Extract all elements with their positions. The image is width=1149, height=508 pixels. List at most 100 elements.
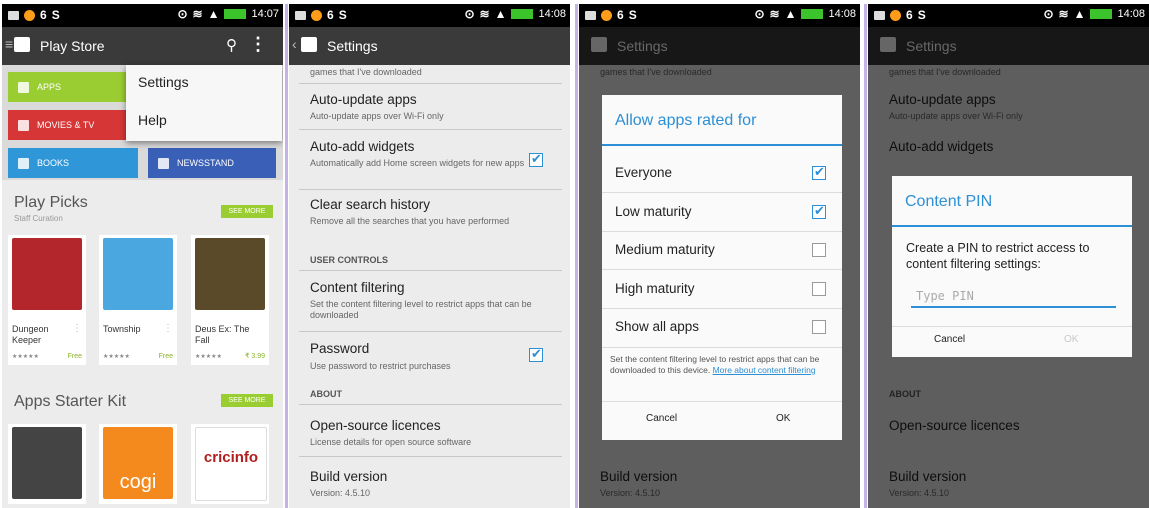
cancel-button[interactable]: Cancel (646, 413, 677, 424)
app-card-name: Township (103, 324, 141, 334)
dialog-title: Allow apps rated for (615, 112, 757, 129)
play-picks-see-more-button[interactable]: SEE MORE (221, 205, 273, 218)
back-icon[interactable]: ‹ (292, 36, 297, 52)
pin-input[interactable] (911, 286, 1116, 308)
setting-password[interactable]: Password (310, 341, 369, 356)
setting-content-filtering[interactable]: Content filtering (310, 280, 405, 295)
app-card-name: Dungeon Keeper (12, 324, 49, 345)
setting-auto-update[interactable]: Auto-update apps (310, 92, 417, 107)
divider (602, 308, 842, 309)
card-menu-icon[interactable]: ⋮ (163, 323, 173, 334)
option-label[interactable]: Everyone (615, 165, 672, 180)
option-checkbox-show-all[interactable] (812, 320, 826, 334)
dialog-title-divider (892, 225, 1132, 227)
app-icon: S (917, 8, 926, 22)
divider (602, 401, 842, 402)
wifi-icon: ≋ (1058, 7, 1069, 21)
alarm-icon: ⊙ (177, 7, 188, 21)
message-icon (8, 10, 19, 20)
cancel-button[interactable]: Cancel (934, 334, 965, 345)
apps-icon (18, 81, 29, 93)
option-label[interactable]: Medium maturity (615, 242, 715, 257)
app-card[interactable]: Township ⋮ ★★★★★ Free (99, 235, 177, 365)
app-card-rating: ★★★★★ (103, 354, 130, 360)
panel-divider (285, 4, 288, 508)
search-icon[interactable]: ⚲ (226, 36, 237, 54)
option-checkbox-high[interactable] (812, 282, 826, 296)
divider (299, 331, 562, 332)
setting-subtitle: Auto-update apps over Wi-Fi only (310, 111, 444, 121)
app-card[interactable]: Deus Ex: The Fall ★★★★★ ₹ 3.99 (191, 235, 269, 365)
status-bar: 6S ⊙ ≋ ▲ 14:07 (2, 4, 283, 27)
auto-add-widgets-checkbox[interactable] (529, 151, 543, 167)
tile-books[interactable]: BOOKS (8, 148, 138, 178)
app-card[interactable]: cricinfo (191, 424, 269, 504)
ok-button[interactable]: OK (776, 413, 790, 424)
panel-divider (575, 4, 578, 508)
setting-clear-search-history[interactable]: Clear search history (310, 197, 430, 212)
divider (299, 189, 562, 190)
notification-icon (890, 9, 901, 21)
setting-open-source-licences[interactable]: Open-source licences (310, 418, 441, 433)
divider (892, 326, 1132, 327)
app-card-price: ₹ 3.99 (244, 353, 265, 360)
tile-label: APPS (37, 82, 62, 92)
setting-auto-add-widgets[interactable]: Auto-add widgets (310, 139, 414, 154)
alarm-icon: ⊙ (464, 7, 475, 21)
starter-kit-see-more-button[interactable]: SEE MORE (221, 394, 273, 407)
app-card[interactable] (8, 424, 86, 504)
tile-movies[interactable]: MOVIES & TV (8, 110, 128, 140)
divider (299, 456, 562, 457)
setting-subtitle: Version: 4.5.10 (310, 488, 371, 498)
option-checkbox-low[interactable] (812, 203, 826, 219)
menu-item-settings[interactable]: Settings (138, 74, 189, 90)
ok-button[interactable]: OK (1064, 334, 1078, 345)
setting-subtitle: Use password to restrict purchases (310, 361, 451, 371)
password-checkbox[interactable] (529, 346, 543, 362)
more-about-content-filtering-link[interactable]: More about content filtering (713, 365, 816, 375)
setting-subtitle: Set the content filtering level to restr… (310, 299, 532, 320)
app-title: Play Store (40, 38, 105, 54)
dungeon-keeper-icon (12, 238, 82, 310)
app-card[interactable]: Dungeon Keeper ⋮ ★★★★★ Free (8, 235, 86, 365)
app-card-price: Free (158, 353, 173, 360)
option-label[interactable]: High maturity (615, 281, 695, 296)
play-store-logo-icon[interactable] (301, 37, 317, 52)
drawer-icon[interactable]: ≡ (5, 36, 13, 52)
divider (602, 192, 842, 193)
play-store-logo-icon[interactable] (14, 37, 30, 52)
app-icon: S (338, 8, 347, 22)
tile-apps[interactable]: APPS (8, 72, 128, 102)
setting-build-version[interactable]: Build version (310, 469, 387, 484)
option-label[interactable]: Show all apps (615, 319, 699, 334)
option-checkbox-everyone[interactable] (812, 164, 826, 180)
overflow-menu-icon[interactable]: ⋮ (249, 34, 267, 55)
app-card[interactable]: cogi (99, 424, 177, 504)
clock: 14:08 (1117, 8, 1145, 20)
divider (602, 347, 842, 348)
action-bar: ‹ Settings (289, 27, 570, 65)
setting-subtitle: games that I've downloaded (310, 67, 422, 77)
card-menu-icon[interactable]: ⋮ (72, 323, 82, 334)
download-icon: 6 (617, 8, 624, 22)
alarm-icon: ⊙ (1043, 7, 1054, 21)
option-label[interactable]: Low maturity (615, 204, 692, 219)
message-icon (585, 10, 596, 20)
tile-label: BOOKS (37, 158, 70, 168)
app-card-rating: ★★★★★ (195, 354, 222, 360)
wifi-icon: ≋ (479, 7, 490, 21)
settings-title: Settings (327, 38, 378, 54)
clock: 14:07 (251, 8, 279, 20)
section-header-user-controls: USER CONTROLS (310, 255, 389, 265)
starter-kit-title: Apps Starter Kit (14, 393, 127, 410)
setting-subtitle: Remove all the searches that you have pe… (310, 216, 510, 226)
option-checkbox-medium[interactable] (812, 243, 826, 257)
tile-newsstand[interactable]: NEWSSTAND (148, 148, 276, 178)
section-header-about: ABOUT (310, 389, 342, 399)
menu-item-help[interactable]: Help (138, 112, 167, 128)
divider (299, 83, 562, 84)
overflow-menu: Settings Help (126, 65, 282, 141)
battery-icon (801, 9, 824, 19)
divider (299, 129, 562, 130)
download-icon: 6 (327, 8, 334, 22)
